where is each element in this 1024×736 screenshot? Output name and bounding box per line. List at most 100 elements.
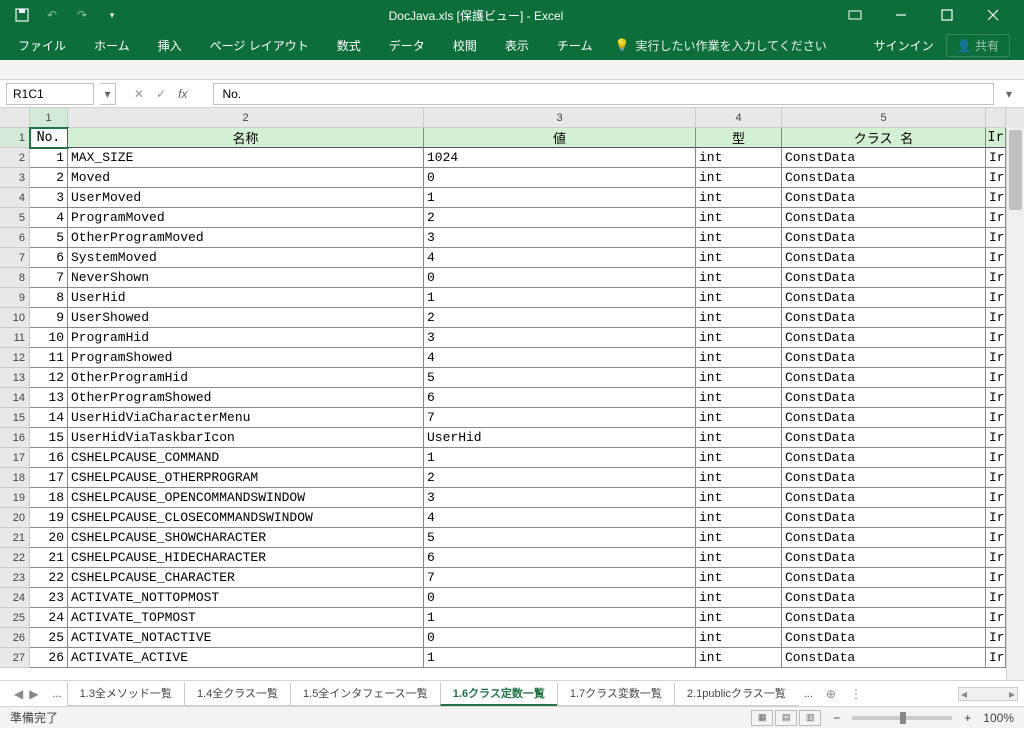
data-cell[interactable]: Ir [986, 528, 1006, 548]
row-header[interactable]: 20 [0, 508, 30, 528]
data-cell[interactable]: ConstData [782, 228, 986, 248]
zoom-in-button[interactable]: + [964, 711, 971, 725]
sheet-tab[interactable]: 1.3全メソッド一覧 [67, 682, 185, 706]
header-cell[interactable]: Ir [986, 128, 1006, 148]
data-cell[interactable]: MAX_SIZE [68, 148, 424, 168]
data-cell[interactable]: OtherProgramMoved [68, 228, 424, 248]
view-normal-icon[interactable]: ▦ [751, 710, 773, 726]
data-cell[interactable]: 4 [30, 208, 68, 228]
data-cell[interactable]: 0 [424, 628, 696, 648]
data-cell[interactable]: 8 [30, 288, 68, 308]
data-cell[interactable]: ConstData [782, 368, 986, 388]
data-cell[interactable]: int [696, 328, 782, 348]
tell-me-search[interactable]: 💡 実行したい作業を入力してください [614, 37, 826, 54]
enter-formula-icon[interactable]: ✓ [156, 87, 166, 101]
data-cell[interactable]: ConstData [782, 548, 986, 568]
data-cell[interactable]: Ir [986, 608, 1006, 628]
tab-formulas[interactable]: 数式 [323, 30, 375, 60]
scroll-right-icon[interactable]: ▸ [1009, 687, 1015, 701]
data-cell[interactable]: Ir [986, 568, 1006, 588]
scroll-left-icon[interactable]: ◂ [961, 687, 967, 701]
row-header[interactable]: 8 [0, 268, 30, 288]
data-cell[interactable]: ConstData [782, 288, 986, 308]
data-cell[interactable]: CSHELPCAUSE_COMMAND [68, 448, 424, 468]
row-header[interactable]: 27 [0, 648, 30, 668]
data-cell[interactable]: int [696, 628, 782, 648]
data-cell[interactable]: int [696, 488, 782, 508]
formula-expand-icon[interactable]: ▾ [1000, 87, 1018, 101]
data-cell[interactable]: Ir [986, 308, 1006, 328]
data-cell[interactable]: 7 [424, 568, 696, 588]
data-cell[interactable]: 26 [30, 648, 68, 668]
data-cell[interactable]: int [696, 428, 782, 448]
header-cell[interactable]: クラス 名 [782, 128, 986, 148]
data-cell[interactable]: CSHELPCAUSE_HIDECHARACTER [68, 548, 424, 568]
row-header[interactable]: 14 [0, 388, 30, 408]
data-cell[interactable]: Ir [986, 248, 1006, 268]
data-cell[interactable]: 11 [30, 348, 68, 368]
data-cell[interactable]: Ir [986, 268, 1006, 288]
cancel-formula-icon[interactable]: ✕ [134, 87, 144, 101]
data-cell[interactable]: int [696, 608, 782, 628]
data-cell[interactable]: Ir [986, 468, 1006, 488]
tab-nav-next-icon[interactable]: ▶ [29, 687, 38, 701]
row-header[interactable]: 13 [0, 368, 30, 388]
data-cell[interactable]: ConstData [782, 608, 986, 628]
data-cell[interactable]: 6 [30, 248, 68, 268]
row-header[interactable]: 23 [0, 568, 30, 588]
data-cell[interactable]: 3 [30, 188, 68, 208]
row-header[interactable]: 10 [0, 308, 30, 328]
data-cell[interactable]: int [696, 648, 782, 668]
data-cell[interactable]: CSHELPCAUSE_CHARACTER [68, 568, 424, 588]
row-header[interactable]: 22 [0, 548, 30, 568]
row-header[interactable]: 1 [0, 128, 30, 148]
data-cell[interactable]: Ir [986, 648, 1006, 668]
data-cell[interactable]: Moved [68, 168, 424, 188]
vertical-scrollbar[interactable] [1006, 128, 1024, 680]
data-cell[interactable]: Ir [986, 508, 1006, 528]
col-header[interactable]: 1 [30, 108, 68, 128]
horizontal-scrollbar[interactable]: ◂ ▸ [958, 687, 1018, 701]
data-cell[interactable]: OtherProgramShowed [68, 388, 424, 408]
tab-team[interactable]: チーム [543, 30, 607, 60]
data-cell[interactable]: 18 [30, 488, 68, 508]
data-cell[interactable]: UserHidViaCharacterMenu [68, 408, 424, 428]
tab-list-icon[interactable]: ⋮ [850, 687, 862, 701]
data-cell[interactable]: ConstData [782, 468, 986, 488]
sheet-tab[interactable]: 2.1publicクラス一覧 [674, 682, 799, 706]
data-cell[interactable]: int [696, 168, 782, 188]
data-cell[interactable]: int [696, 368, 782, 388]
data-cell[interactable]: Ir [986, 148, 1006, 168]
data-cell[interactable]: 14 [30, 408, 68, 428]
data-cell[interactable]: int [696, 408, 782, 428]
data-cell[interactable]: 2 [424, 468, 696, 488]
formula-input[interactable]: No. [213, 83, 994, 105]
data-cell[interactable]: int [696, 548, 782, 568]
data-cell[interactable]: int [696, 588, 782, 608]
data-cell[interactable]: ConstData [782, 168, 986, 188]
col-header[interactable] [986, 108, 1006, 128]
data-cell[interactable]: int [696, 248, 782, 268]
data-cell[interactable]: 25 [30, 628, 68, 648]
row-header[interactable]: 18 [0, 468, 30, 488]
data-cell[interactable]: ConstData [782, 408, 986, 428]
data-cell[interactable]: 6 [424, 388, 696, 408]
tab-review[interactable]: 校閲 [439, 30, 491, 60]
data-cell[interactable]: int [696, 308, 782, 328]
add-sheet-button[interactable]: ⊕ [818, 687, 844, 701]
data-cell[interactable]: Ir [986, 348, 1006, 368]
data-cell[interactable]: 15 [30, 428, 68, 448]
data-cell[interactable]: ACTIVATE_NOTTOPMOST [68, 588, 424, 608]
row-header[interactable]: 5 [0, 208, 30, 228]
data-cell[interactable]: ConstData [782, 268, 986, 288]
data-cell[interactable]: 20 [30, 528, 68, 548]
data-cell[interactable]: ConstData [782, 208, 986, 228]
data-cell[interactable]: 3 [424, 488, 696, 508]
data-cell[interactable]: ConstData [782, 648, 986, 668]
data-cell[interactable]: Ir [986, 388, 1006, 408]
data-cell[interactable]: 1 [424, 288, 696, 308]
data-cell[interactable]: int [696, 288, 782, 308]
sheet-tab[interactable]: 1.6クラス定数一覧 [440, 682, 558, 706]
sheet-tab-overflow[interactable]: ... [798, 682, 819, 706]
data-cell[interactable]: Ir [986, 328, 1006, 348]
